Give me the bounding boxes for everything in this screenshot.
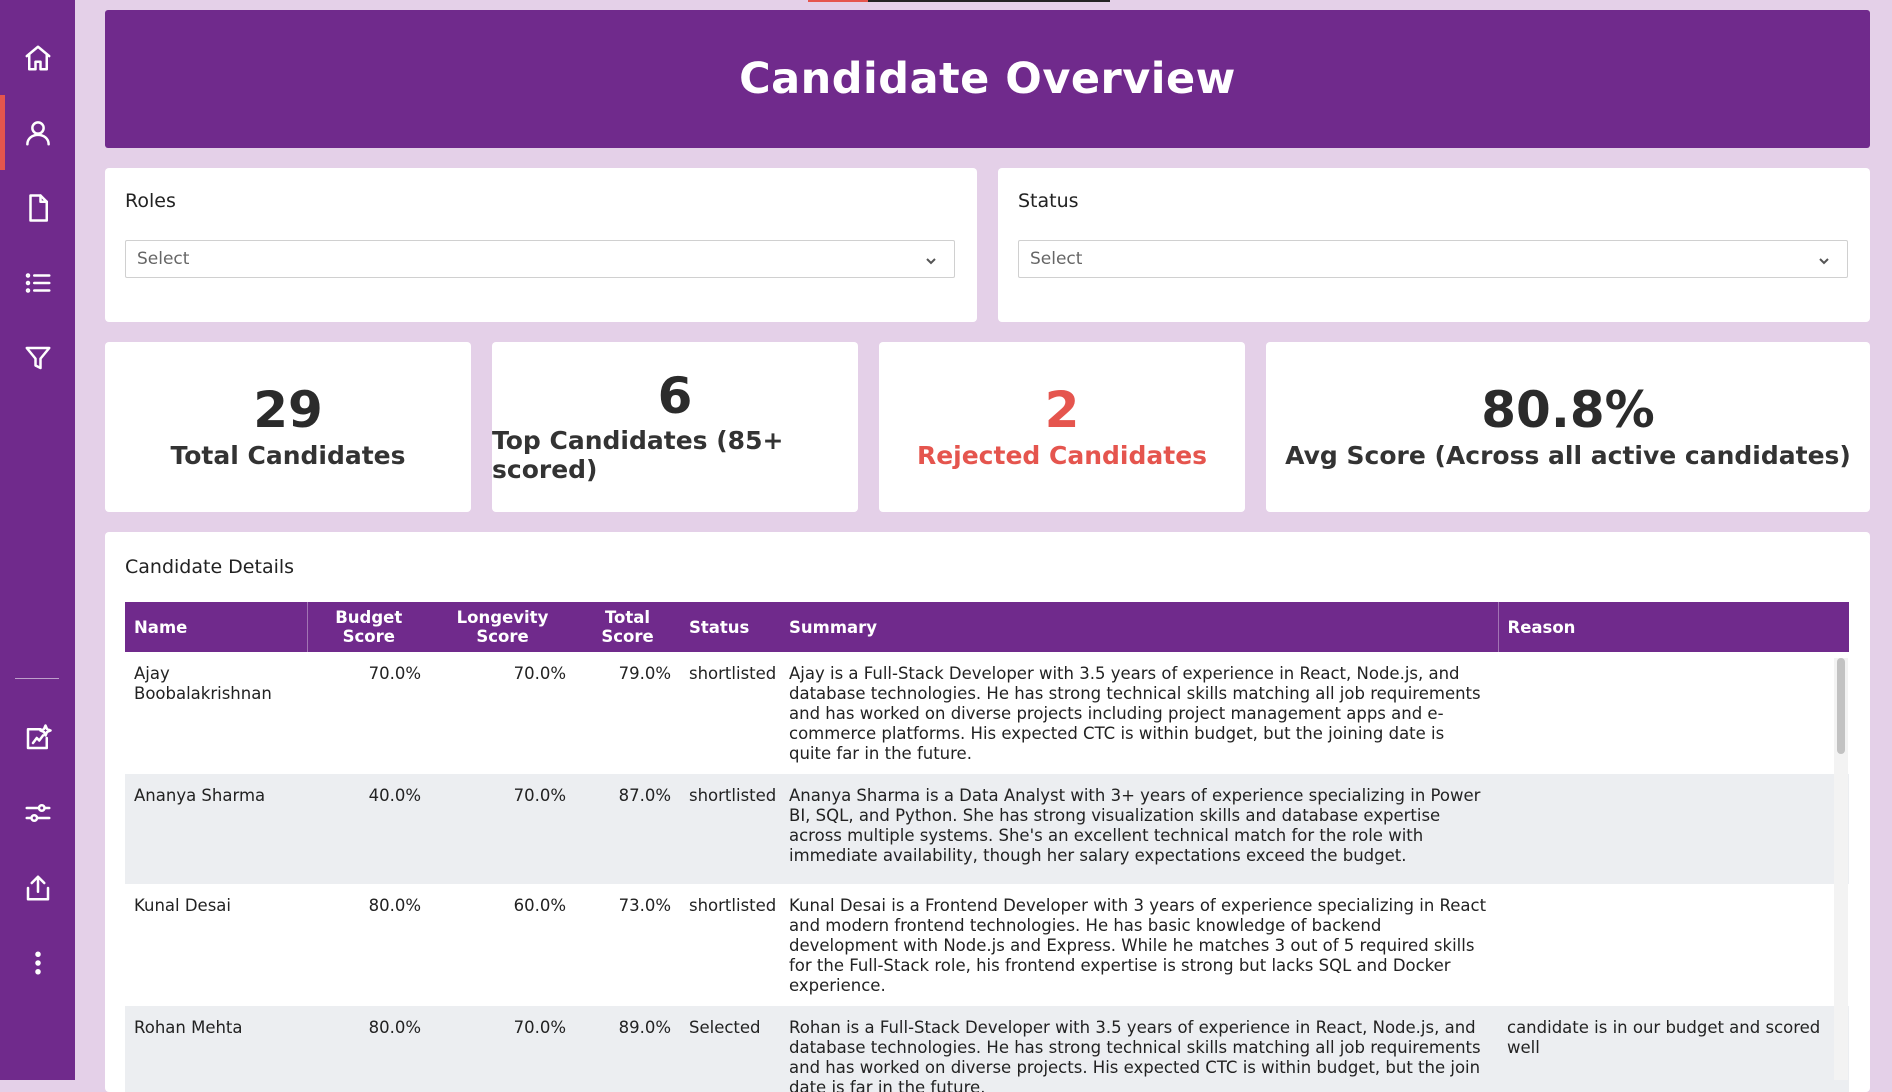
chevron-down-icon bbox=[1817, 253, 1831, 267]
cell-status: shortlisted bbox=[680, 774, 780, 884]
ai-insights-icon bbox=[26, 723, 52, 749]
nav-list[interactable] bbox=[0, 245, 75, 320]
cell-summary: Kunal Desai is a Frontend Developer with… bbox=[789, 896, 1487, 995]
cell-name: Kunal Desai bbox=[134, 896, 232, 915]
page-title: Candidate Overview bbox=[739, 54, 1236, 104]
nav-home[interactable] bbox=[0, 20, 75, 95]
table-row[interactable]: Rohan Mehta 80.0% 70.0% 89.0% Selected R… bbox=[125, 1006, 1849, 1092]
cell-summary: Ananya Sharma is a Data Analyst with 3+ … bbox=[780, 774, 1498, 884]
sidebar-divider bbox=[15, 678, 59, 679]
candidate-details-card: Candidate Details Name Budget Score Long… bbox=[105, 532, 1870, 1092]
section-title: Candidate Details bbox=[125, 556, 295, 578]
cell-reason bbox=[1498, 884, 1849, 1006]
kpi-top-candidates: 6 Top Candidates (85+ scored) bbox=[492, 342, 858, 512]
kpi-label: Avg Score (Across all active candidates) bbox=[1285, 440, 1851, 470]
candidate-table: Name Budget Score Longevity Score Total … bbox=[125, 602, 1849, 1092]
kpi-value: 29 bbox=[253, 381, 323, 440]
document-icon bbox=[28, 193, 48, 222]
nav-documents[interactable] bbox=[0, 170, 75, 245]
nav-more[interactable] bbox=[0, 925, 75, 1000]
table-header-row: Name Budget Score Longevity Score Total … bbox=[125, 602, 1849, 652]
cell-reason: candidate is in our budget and scored we… bbox=[1498, 1006, 1849, 1092]
share-icon bbox=[26, 875, 49, 900]
cell-status: shortlisted bbox=[689, 664, 777, 683]
kpi-label: Total Candidates bbox=[170, 440, 406, 470]
page-tab-indicator bbox=[808, 0, 1110, 2]
cell-budget-score: 80.0% bbox=[307, 1006, 430, 1092]
list-icon bbox=[25, 272, 50, 293]
table-row[interactable]: Ananya Sharma 40.0% 70.0% 87.0% shortlis… bbox=[125, 774, 1849, 884]
cell-total-score: 73.0% bbox=[618, 896, 671, 915]
kpi-avg-score: 80.8% Avg Score (Across all active candi… bbox=[1266, 342, 1870, 512]
home-icon bbox=[25, 45, 50, 70]
table-row[interactable]: Ajay Boobalakrishnan 70.0% 70.0% 79.0% s… bbox=[125, 652, 1849, 774]
cell-total-score: 89.0% bbox=[575, 1006, 680, 1092]
nav-candidates[interactable] bbox=[0, 95, 75, 170]
cell-summary: Rohan is a Full-Stack Developer with 3.5… bbox=[780, 1006, 1498, 1092]
cell-name: Rohan Mehta bbox=[125, 1006, 307, 1092]
status-label: Status bbox=[1018, 190, 1079, 212]
cell-reason bbox=[1498, 774, 1849, 884]
kpi-label: Top Candidates (85+ scored) bbox=[492, 426, 784, 485]
roles-label: Roles bbox=[125, 190, 176, 212]
column-header-longevity-score[interactable]: Longevity Score bbox=[430, 602, 575, 652]
user-icon bbox=[25, 120, 50, 145]
column-header-budget-score[interactable]: Budget Score bbox=[307, 602, 430, 652]
status-filter-card: Status Select bbox=[998, 168, 1870, 322]
sidebar bbox=[0, 0, 75, 1080]
table-scrollbar[interactable] bbox=[1834, 658, 1848, 1080]
column-header-name[interactable]: Name bbox=[125, 602, 308, 652]
roles-select[interactable]: Select bbox=[125, 240, 955, 278]
more-icon bbox=[34, 950, 41, 974]
column-header-summary[interactable]: Summary bbox=[780, 602, 1499, 652]
cell-total-score: 79.0% bbox=[618, 664, 671, 683]
column-header-status[interactable]: Status bbox=[680, 602, 780, 652]
filter-icon bbox=[25, 346, 50, 369]
cell-total-score: 87.0% bbox=[575, 774, 680, 884]
cell-budget-score: 70.0% bbox=[368, 664, 421, 683]
column-header-total-score[interactable]: Total Score bbox=[575, 602, 680, 652]
table-row[interactable]: Kunal Desai 80.0% 60.0% 73.0% shortliste… bbox=[125, 884, 1849, 1006]
nav-settings[interactable] bbox=[0, 775, 75, 850]
cell-longevity-score: 70.0% bbox=[430, 1006, 575, 1092]
cell-name: Ajay Boobalakrishnan bbox=[134, 664, 272, 703]
page-header: Candidate Overview bbox=[105, 10, 1870, 148]
cell-longevity-score: 60.0% bbox=[513, 896, 566, 915]
kpi-value: 80.8% bbox=[1481, 381, 1655, 440]
status-select-value: Select bbox=[1030, 249, 1083, 269]
chevron-down-icon bbox=[924, 253, 938, 267]
nav-filter[interactable] bbox=[0, 320, 75, 395]
cell-status: Selected bbox=[680, 1006, 780, 1092]
scrollbar-thumb[interactable] bbox=[1837, 658, 1845, 754]
sliders-icon bbox=[25, 803, 50, 822]
column-header-reason[interactable]: Reason bbox=[1498, 602, 1849, 652]
nav-share[interactable] bbox=[0, 850, 75, 925]
cell-budget-score: 40.0% bbox=[307, 774, 430, 884]
cell-budget-score: 80.0% bbox=[368, 896, 421, 915]
cell-status: shortlisted bbox=[689, 896, 777, 915]
nav-ai-insights[interactable] bbox=[0, 700, 75, 775]
cell-name: Ananya Sharma bbox=[125, 774, 307, 884]
status-select[interactable]: Select bbox=[1018, 240, 1848, 278]
roles-select-value: Select bbox=[137, 249, 190, 269]
kpi-rejected-candidates: 2 Rejected Candidates bbox=[879, 342, 1245, 512]
kpi-label: Rejected Candidates bbox=[916, 440, 1208, 470]
kpi-total-candidates: 29 Total Candidates bbox=[105, 342, 471, 512]
cell-longevity-score: 70.0% bbox=[430, 774, 575, 884]
roles-filter-card: Roles Select bbox=[105, 168, 977, 322]
cell-longevity-score: 70.0% bbox=[513, 664, 566, 683]
cell-reason bbox=[1498, 652, 1849, 774]
kpi-value: 2 bbox=[1044, 381, 1080, 440]
cell-summary: Ajay is a Full-Stack Developer with 3.5 … bbox=[789, 664, 1481, 763]
kpi-value: 6 bbox=[657, 366, 693, 425]
